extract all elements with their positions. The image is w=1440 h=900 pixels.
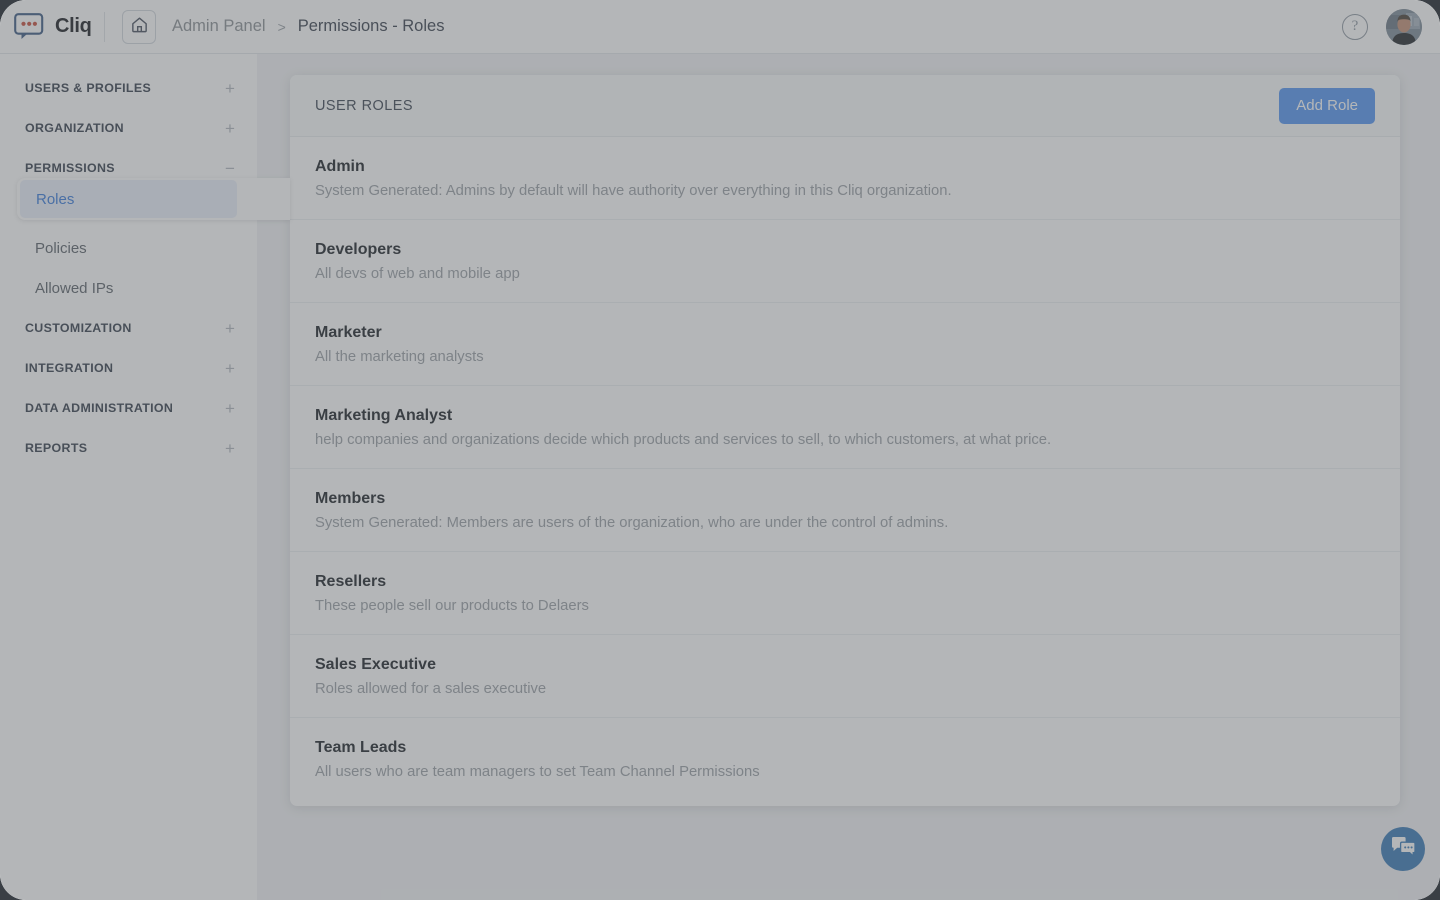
breadcrumb-separator-icon: > — [278, 19, 286, 35]
sidebar-item-policies[interactable]: Policies — [0, 228, 257, 268]
sidebar-group-reports[interactable]: REPORTS + — [0, 428, 257, 468]
table-row[interactable]: Resellers These people sell our products… — [290, 552, 1400, 635]
logo-text: Cliq — [55, 15, 92, 38]
card-header: USER ROLES Add Role — [290, 75, 1400, 137]
sidebar-group-users-profiles[interactable]: USERS & PROFILES + — [0, 68, 257, 108]
topbar-actions: ? — [1342, 9, 1440, 45]
role-name: Marketer — [315, 324, 1375, 342]
sidebar-group-organization[interactable]: ORGANIZATION + — [0, 108, 257, 148]
role-description: All users who are team managers to set T… — [315, 764, 1375, 780]
avatar[interactable] — [1386, 9, 1422, 45]
role-name: Marketing Analyst — [315, 407, 1375, 425]
table-row[interactable]: Sales Executive Roles allowed for a sale… — [290, 635, 1400, 718]
sidebar-item-roles[interactable]: Roles — [20, 180, 237, 218]
role-name: Resellers — [315, 573, 1375, 591]
role-description: System Generated: Admins by default will… — [315, 183, 1375, 199]
role-description: help companies and organizations decide … — [315, 432, 1375, 448]
table-row[interactable]: Team Leads All users who are team manage… — [290, 718, 1400, 801]
plus-icon[interactable]: + — [223, 440, 237, 457]
role-description: Roles allowed for a sales executive — [315, 681, 1375, 697]
sidebar-group-label: USERS & PROFILES — [25, 81, 151, 95]
sidebar-item-label: Roles — [36, 191, 74, 208]
role-description: All devs of web and mobile app — [315, 266, 1375, 282]
sidebar-group-label: CUSTOMIZATION — [25, 321, 132, 335]
minus-icon[interactable]: − — [223, 160, 237, 177]
plus-icon[interactable]: + — [223, 80, 237, 97]
plus-icon[interactable]: + — [223, 320, 237, 337]
page-title: USER ROLES — [315, 98, 413, 114]
chat-launcher-button[interactable] — [1381, 827, 1425, 871]
breadcrumb: Admin Panel > Permissions - Roles — [172, 17, 444, 36]
sidebar-group-customization[interactable]: CUSTOMIZATION + — [0, 308, 257, 348]
sidebar-item-allowed-ips[interactable]: Allowed IPs — [0, 268, 257, 308]
sidebar-group-label: ORGANIZATION — [25, 121, 124, 135]
table-row[interactable]: Members System Generated: Members are us… — [290, 469, 1400, 552]
sidebar-group-label: REPORTS — [25, 441, 87, 455]
table-row[interactable]: Admin System Generated: Admins by defaul… — [290, 137, 1400, 220]
help-icon[interactable]: ? — [1342, 14, 1368, 40]
sidebar-group-label: PERMISSIONS — [25, 161, 115, 175]
user-roles-card: USER ROLES Add Role Admin System Generat… — [290, 75, 1400, 806]
role-description: These people sell our products to Delaer… — [315, 598, 1375, 614]
table-row[interactable]: Developers All devs of web and mobile ap… — [290, 220, 1400, 303]
speech-bubble-icon — [14, 13, 48, 40]
sidebar-group-data-administration[interactable]: DATA ADMINISTRATION + — [0, 388, 257, 428]
app-logo[interactable]: Cliq — [0, 13, 96, 40]
role-description: All the marketing analysts — [315, 349, 1375, 365]
sidebar-group-integration[interactable]: INTEGRATION + — [0, 348, 257, 388]
role-name: Developers — [315, 241, 1375, 259]
roles-list: Admin System Generated: Admins by defaul… — [290, 137, 1400, 806]
sidebar-group-label: DATA ADMINISTRATION — [25, 401, 173, 415]
role-name: Members — [315, 490, 1375, 508]
role-name: Admin — [315, 158, 1375, 176]
top-bar: Cliq Admin Panel > Permissions - Roles ? — [0, 0, 1440, 54]
add-role-button[interactable]: Add Role — [1279, 88, 1375, 124]
chat-bubbles-icon — [1391, 836, 1416, 863]
breadcrumb-root[interactable]: Admin Panel — [172, 17, 266, 36]
home-icon — [130, 15, 149, 39]
table-row[interactable]: Marketer All the marketing analysts — [290, 303, 1400, 386]
app-window: Cliq Admin Panel > Permissions - Roles ? — [0, 0, 1440, 900]
home-button[interactable] — [122, 10, 156, 44]
topbar-divider — [104, 12, 105, 42]
role-description: System Generated: Members are users of t… — [315, 515, 1375, 531]
plus-icon[interactable]: + — [223, 120, 237, 137]
plus-icon[interactable]: + — [223, 400, 237, 417]
role-name: Team Leads — [315, 739, 1375, 757]
sidebar-group-label: INTEGRATION — [25, 361, 113, 375]
plus-icon[interactable]: + — [223, 360, 237, 377]
table-row[interactable]: Marketing Analyst help companies and org… — [290, 386, 1400, 469]
role-name: Sales Executive — [315, 656, 1375, 674]
breadcrumb-current: Permissions - Roles — [298, 17, 445, 36]
